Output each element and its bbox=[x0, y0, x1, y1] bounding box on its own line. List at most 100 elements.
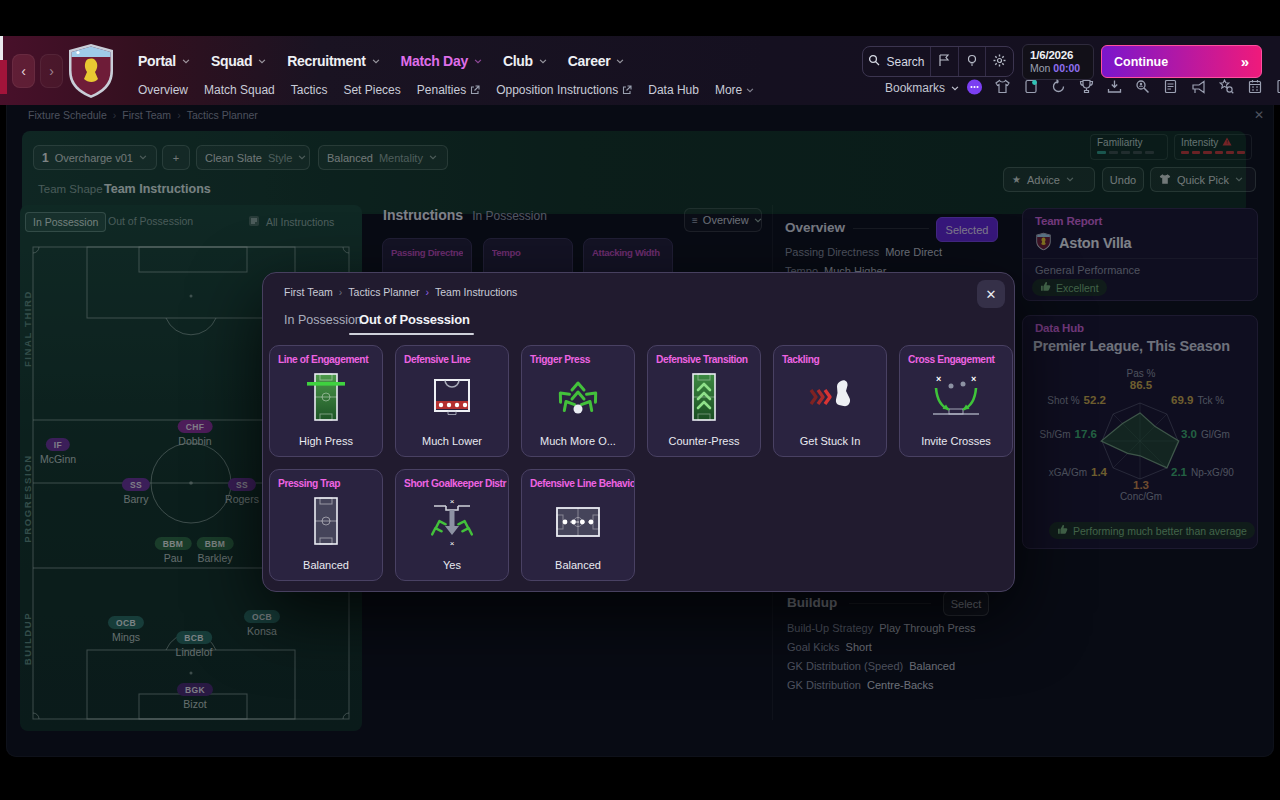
modal-card-pressing-trap[interactable]: Pressing Trap Balanced bbox=[269, 469, 383, 581]
cross-engagement-icon: ×× bbox=[900, 369, 1012, 427]
scouting-icon[interactable] bbox=[1134, 78, 1151, 95]
search-label: Search bbox=[886, 55, 924, 69]
subnav-match-squad[interactable]: Match Squad bbox=[204, 83, 275, 97]
card-title: Defensive Line Behavio bbox=[522, 470, 634, 489]
bookmarks-label: Bookmarks bbox=[885, 81, 945, 95]
bookmarks-dropdown[interactable]: Bookmarks bbox=[885, 81, 959, 95]
card-title: Defensive Line bbox=[396, 346, 508, 365]
modal-active-tab-underline bbox=[349, 333, 474, 335]
card-title: Defensive Transition bbox=[648, 346, 760, 365]
breadcrumb-separator: › bbox=[426, 286, 430, 298]
card-value: Much Lower bbox=[396, 435, 508, 447]
chevron-down-icon bbox=[951, 86, 959, 91]
modal-card-defensive-line-behaviour[interactable]: Defensive Line Behavio Balanced bbox=[521, 469, 635, 581]
search-icon bbox=[868, 54, 880, 69]
nav-portal[interactable]: Portal bbox=[138, 53, 190, 69]
nav-career[interactable]: Career bbox=[568, 53, 625, 69]
star-search-icon[interactable] bbox=[1218, 78, 1235, 95]
date-day-time: Mon 00:00 bbox=[1030, 62, 1086, 75]
subnav-opposition-instructions[interactable]: Opposition Instructions bbox=[496, 83, 632, 97]
report-icon[interactable] bbox=[1162, 78, 1179, 95]
continue-arrow-icon: » bbox=[1241, 53, 1249, 70]
card-title: Line of Engagement bbox=[270, 346, 382, 365]
nav-squad[interactable]: Squad bbox=[211, 53, 266, 69]
short-gk-distribution-icon: ×× bbox=[396, 493, 508, 551]
breadcrumb-item[interactable]: Team Instructions bbox=[435, 286, 517, 298]
modal-card-short-gk-distribution[interactable]: Short Goalkeeper Distr××Yes bbox=[395, 469, 509, 581]
breadcrumb-separator: › bbox=[339, 286, 343, 298]
card-value: Much More O... bbox=[522, 435, 634, 447]
modal-card-defensive-transition[interactable]: Defensive Transition Counter-Press bbox=[647, 345, 761, 457]
nav-match-day[interactable]: Match Day bbox=[401, 53, 482, 69]
modal-breadcrumb[interactable]: First Team › Tactics Planner › Team Instruct… bbox=[284, 286, 517, 298]
breadcrumb-item[interactable]: Tactics Planner bbox=[348, 286, 419, 298]
defensive-line-behaviour-icon bbox=[522, 493, 634, 551]
subnav-overview[interactable]: Overview bbox=[138, 83, 188, 97]
gear-icon bbox=[993, 53, 1006, 71]
card-title: Cross Engagement bbox=[900, 346, 1012, 365]
subnav-penalties[interactable]: Penalties bbox=[417, 83, 480, 97]
date-time: 00:00 bbox=[1053, 62, 1080, 74]
date-value: 1/6/2026 bbox=[1030, 48, 1086, 62]
card-value: Balanced bbox=[522, 559, 634, 571]
bulb-icon bbox=[966, 53, 978, 71]
card-value: High Press bbox=[270, 435, 382, 447]
card-value: Counter-Press bbox=[648, 435, 760, 447]
news-icon[interactable] bbox=[1190, 78, 1207, 95]
svg-text:×: × bbox=[971, 374, 976, 384]
line-of-engagement-icon bbox=[270, 369, 382, 427]
modal-card-line-of-engagement[interactable]: Line of Engagement High Press bbox=[269, 345, 383, 457]
game-date[interactable]: 1/6/2026 Mon 00:00 bbox=[1022, 44, 1094, 80]
card-value: Yes bbox=[396, 559, 508, 571]
subnav-data-hub[interactable]: Data Hub bbox=[648, 83, 699, 97]
flag-icon bbox=[938, 53, 950, 71]
subnav-tactics[interactable]: Tactics bbox=[291, 83, 328, 97]
notebook-icon[interactable] bbox=[1274, 78, 1280, 95]
modal-tab-in-possession[interactable]: In Possession bbox=[284, 313, 362, 327]
modal-card-defensive-line[interactable]: Defensive Line Much Lower bbox=[395, 345, 509, 457]
sync-icon[interactable] bbox=[1050, 78, 1067, 95]
nav-recruitment[interactable]: Recruitment bbox=[287, 53, 379, 69]
svg-text:×: × bbox=[450, 497, 455, 506]
subnav-more[interactable]: More bbox=[715, 83, 754, 97]
window-edge-highlight bbox=[0, 36, 3, 60]
modal-card-trigger-press[interactable]: Trigger PressMuch More O... bbox=[521, 345, 635, 457]
quick-access-icons bbox=[966, 78, 1280, 95]
kit-icon[interactable] bbox=[994, 78, 1011, 95]
pressing-trap-icon bbox=[270, 493, 382, 551]
modal-tab-out-of-possession[interactable]: Out of Possession bbox=[359, 312, 470, 327]
card-title: Pressing Trap bbox=[270, 470, 382, 489]
assistant-chat-icon[interactable] bbox=[966, 78, 983, 95]
modal-close-button[interactable]: ✕ bbox=[977, 280, 1005, 308]
trophy-icon[interactable] bbox=[1078, 78, 1095, 95]
search-button[interactable]: Search bbox=[863, 47, 931, 76]
club-crest[interactable] bbox=[68, 43, 114, 103]
modal-card-tackling[interactable]: Tackling Get Stuck In bbox=[773, 345, 887, 457]
card-value: Balanced bbox=[270, 559, 382, 571]
card-title: Tackling bbox=[774, 346, 886, 365]
screen: ‹ › Portal Squad Recruitment Match Day Club C… bbox=[0, 0, 1280, 800]
flag-button[interactable] bbox=[931, 47, 959, 76]
svg-text:×: × bbox=[936, 374, 941, 384]
modal-card-cross-engagement[interactable]: Cross Engagement××Invite Crosses bbox=[899, 345, 1013, 457]
settings-button[interactable] bbox=[986, 47, 1013, 76]
download-icon[interactable] bbox=[1106, 78, 1123, 95]
continue-button[interactable]: Continue » bbox=[1101, 45, 1262, 78]
top-navigation-bar: ‹ › Portal Squad Recruitment Match Day Club C… bbox=[0, 36, 1280, 105]
calendar-icon[interactable] bbox=[1246, 78, 1263, 95]
card-value: Get Stuck In bbox=[774, 435, 886, 447]
team-instructions-modal: First Team › Tactics Planner › Team Instruct… bbox=[262, 272, 1015, 592]
window-edge-accent bbox=[0, 60, 7, 94]
main-navigation: Portal Squad Recruitment Match Day Club Caree… bbox=[138, 48, 624, 74]
subnav-set-pieces[interactable]: Set Pieces bbox=[343, 83, 400, 97]
inbox-card-icon[interactable] bbox=[1022, 78, 1039, 95]
breadcrumb-item[interactable]: First Team bbox=[284, 286, 333, 298]
back-button[interactable]: ‹ bbox=[12, 54, 35, 88]
search-group: Search bbox=[862, 46, 1014, 77]
sub-navigation: Overview Match Squad Tactics Set Pieces Pena… bbox=[138, 80, 754, 100]
nav-club[interactable]: Club bbox=[503, 53, 547, 69]
svg-text:×: × bbox=[450, 539, 455, 548]
assistant-button[interactable] bbox=[959, 47, 987, 76]
tackling-icon bbox=[774, 369, 886, 427]
forward-button[interactable]: › bbox=[40, 54, 63, 88]
